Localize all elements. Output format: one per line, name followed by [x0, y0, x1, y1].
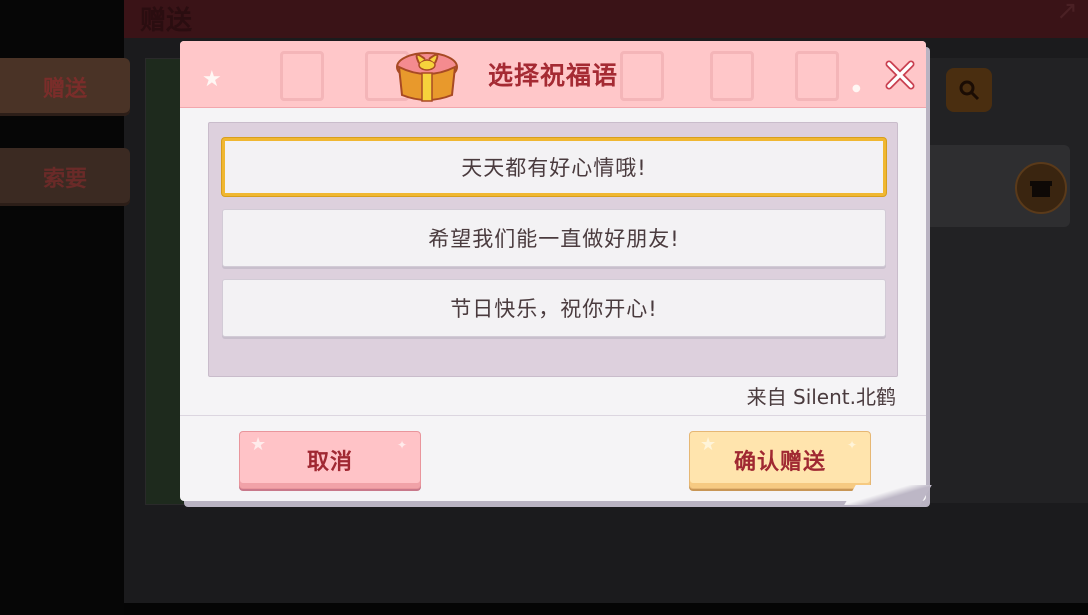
dialog-page-curl: [844, 485, 932, 505]
sender-label: 来自 Silent.北鹤: [746, 385, 896, 409]
background-header: 赠送 ↗: [124, 0, 1088, 38]
close-icon: [885, 60, 915, 90]
star-icon: ✦: [396, 438, 408, 452]
close-button[interactable]: [882, 57, 918, 93]
background-tab-give[interactable]: 赠送: [0, 58, 130, 116]
divider: [180, 415, 926, 416]
star-icon: ★: [700, 434, 718, 455]
dialog-title: 选择祝福语: [487, 61, 618, 90]
wish-option-1[interactable]: 天天都有好心情哦!: [222, 138, 886, 196]
wish-list: 天天都有好心情哦! 希望我们能一直做好朋友! 节日快乐，祝你开心!: [208, 122, 898, 377]
background-tab-request[interactable]: 索要: [0, 148, 130, 206]
cancel-button-label: 取消: [306, 450, 353, 475]
background-title: 赠送: [140, 6, 193, 36]
wish-option-2[interactable]: 希望我们能一直做好朋友!: [222, 209, 886, 267]
background-corner-arrow-icon: ↗: [1056, 0, 1078, 26]
star-icon: ✦: [846, 438, 858, 452]
wish-option-3[interactable]: 节日快乐，祝你开心!: [222, 279, 886, 337]
dialog-header: ★ ● 选择祝福语: [180, 41, 926, 108]
confirm-send-button[interactable]: ★ ✦ 确认赠送: [689, 431, 871, 489]
gift-box-icon[interactable]: [1015, 162, 1067, 214]
cancel-button[interactable]: ★ ✦ 取消: [239, 431, 421, 489]
star-icon: ★: [250, 434, 268, 455]
background-right-panel: [920, 58, 1088, 503]
confirm-button-label: 确认赠送: [733, 450, 826, 475]
wish-select-dialog: ★ ● 选择祝福语 天天都有好心情哦! 希望我们能一直做好朋友! 节日快乐，祝你…: [180, 41, 926, 501]
search-icon[interactable]: [946, 68, 992, 112]
